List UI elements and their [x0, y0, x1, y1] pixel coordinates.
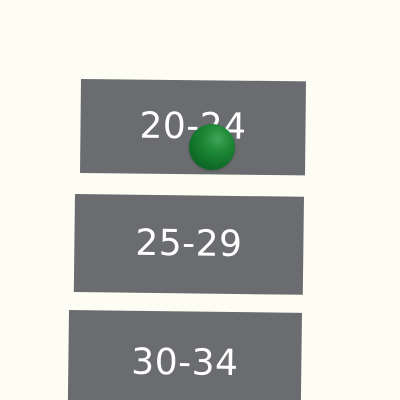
- age-option-25-29[interactable]: 25-29: [73, 194, 304, 295]
- pointer-sphere-icon: [189, 124, 235, 170]
- age-selection-panel: 20-24 25-29 30-34: [0, 0, 400, 400]
- age-option-label: 30-34: [131, 341, 239, 385]
- age-option-label: 25-29: [135, 222, 243, 266]
- age-option-30-34[interactable]: 30-34: [67, 310, 302, 400]
